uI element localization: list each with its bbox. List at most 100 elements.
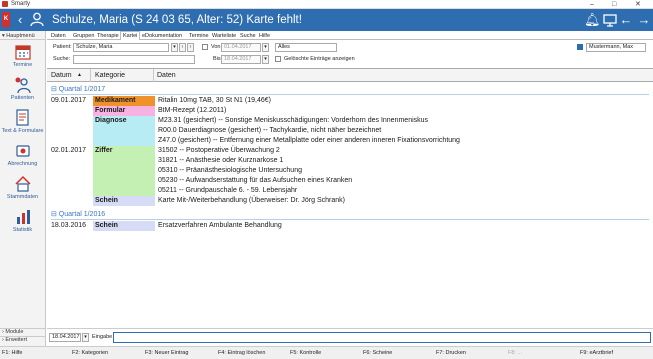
patient-prev-button[interactable]: ‹ [179, 43, 186, 52]
patient-dropdown-button[interactable]: ▾ [171, 43, 178, 52]
entry-bar: 18.04.2017 ▾ Eingabe [47, 328, 653, 346]
von-calendar-button[interactable]: ▾ [262, 43, 269, 52]
type-select[interactable]: Alles [275, 43, 337, 52]
main-menu-sidebar: ▾ Hauptmenü Termine Patienten Text & For… [0, 31, 46, 346]
filter-panel: Patient: Schulze, Maria ▾ ‹ › Suche: Von… [47, 41, 653, 67]
data-cell[interactable]: 05211 -- Grundpauschale 6. - 59. Lebensj… [158, 186, 297, 196]
sidebar-item-label: Text & Formulare [1, 128, 44, 134]
sidebar-item-label: Statistik [12, 227, 33, 233]
sidebar-item-abrechnung[interactable]: Abrechnung [0, 140, 45, 173]
von-checkbox[interactable] [202, 44, 208, 50]
fkey-f3[interactable]: F3: Neuer Eintrag [145, 347, 188, 359]
category-cell[interactable]: Formular [93, 106, 155, 116]
entry-date-input[interactable]: 18.04.2017 [49, 333, 81, 342]
tab-termine[interactable]: Termine [189, 32, 209, 40]
fkey-f6[interactable]: F6: Scheine [363, 347, 392, 359]
category-cell[interactable]: Diagnose [93, 116, 155, 146]
quarter-header[interactable]: ⊟ Quartal 1/2016 [51, 210, 105, 218]
document-icon [16, 109, 29, 126]
sidebar-item-label: Abrechnung [7, 161, 38, 167]
category-cell[interactable]: Schein [93, 196, 155, 206]
entry-date-calendar-button[interactable]: ▾ [82, 333, 89, 342]
von-date-input[interactable]: 01.04.2017 [221, 43, 261, 52]
patient-next-button[interactable]: › [187, 43, 194, 52]
entry-input[interactable] [113, 332, 651, 343]
doctor-checkbox[interactable] [577, 44, 583, 50]
function-key-bar: F1: Hilfe F2: Kategorien F3: Neuer Eintr… [0, 346, 653, 359]
sidebar-title[interactable]: ▾ Hauptmenü [0, 32, 45, 40]
data-cell[interactable]: Ersatzverfahren Ambulante Behandlung [158, 221, 282, 231]
tab-hilfe[interactable]: Hilfe [259, 32, 270, 40]
user-icon[interactable] [30, 12, 44, 27]
data-cell[interactable]: Z47.0 (gesichert) -- Entfernung einer Me… [158, 136, 460, 146]
back-icon[interactable]: ← [618, 12, 634, 28]
tab-warteliste[interactable]: Warteliste [212, 32, 236, 40]
data-cell[interactable]: R00.0 Dauerdiagnose (gesichert) -- Tachy… [158, 126, 381, 136]
tab-gruppen[interactable]: Gruppen [73, 32, 94, 40]
quarter-header[interactable]: ⊟ Quartal 1/2017 [51, 85, 105, 93]
close-button[interactable]: ✕ [635, 0, 641, 9]
forward-icon[interactable]: → [636, 12, 652, 28]
bis-calendar-button[interactable]: ▾ [262, 55, 269, 64]
data-cell[interactable]: Ritalin 10mg TAB, 30 St N1 (19,46€) [158, 96, 271, 106]
billing-icon [16, 145, 30, 157]
show-deleted-label: Gelöschte Einträge anzeigen [284, 56, 355, 62]
sort-indicator-icon: ▲ [77, 72, 82, 78]
column-datum[interactable]: Datum [51, 69, 72, 82]
sidebar-item-text-formulare[interactable]: Text & Formulare [0, 107, 45, 140]
patient-title: Schulze, Maria (S 24 03 65, Alter: 52) K… [52, 14, 302, 26]
tab-kartei[interactable]: Kartei [120, 31, 141, 40]
show-deleted-checkbox[interactable] [275, 56, 281, 62]
bis-date-input[interactable]: 18.04.2017 [221, 55, 261, 64]
screen-icon[interactable] [602, 12, 618, 28]
window-titlebar: Smarty – □ ✕ [0, 0, 653, 9]
fkey-f9[interactable]: F9: eArztbrief [580, 347, 613, 359]
von-label: Von [211, 44, 221, 50]
data-cell[interactable]: 05230 -- Aufwandserstattung für das Aufs… [158, 176, 352, 186]
category-cell[interactable]: Ziffer [93, 146, 155, 196]
fkey-f5[interactable]: F5: Kontrolle [290, 347, 321, 359]
grid-header: Datum ▲ Kategorie Daten [47, 69, 653, 82]
data-cell[interactable]: M23.31 (gesichert) -- Sonstige Meniskuss… [158, 116, 428, 126]
category-cell[interactable]: Schein [93, 221, 155, 231]
sidebar-erweitert[interactable]: › Erweitert [0, 336, 45, 343]
data-cell[interactable]: 05310 -- Präanästhesiologische Untersuch… [158, 166, 302, 176]
data-cell[interactable]: BtM-Rezept (12.2011) [158, 106, 226, 116]
fkey-f7[interactable]: F7: Drucken [436, 347, 466, 359]
bis-label: Bis [213, 56, 221, 62]
sidebar-item-patienten[interactable]: Patienten [0, 74, 45, 107]
maximize-button[interactable]: □ [612, 0, 616, 9]
sidebar-module[interactable]: › Module [0, 328, 45, 335]
calendar-icon [15, 45, 31, 60]
data-cell[interactable]: 31502 -- Postoperative Überwachung 2 [158, 146, 280, 156]
sidebar-item-statistik[interactable]: Statistik [0, 206, 45, 239]
category-cell[interactable]: Medikament [93, 96, 155, 106]
chevron-left-icon[interactable]: ‹ [18, 11, 22, 28]
minimize-button[interactable]: – [590, 0, 594, 9]
sidebar-item-termine[interactable]: Termine [0, 41, 45, 74]
column-daten[interactable]: Daten [157, 69, 176, 82]
tab-daten[interactable]: Daten [51, 32, 66, 40]
sidebar-item-stammdaten[interactable]: Stammdaten [0, 173, 45, 206]
red-tab-marker[interactable]: K [2, 12, 10, 27]
tab-therapie[interactable]: Therapie [97, 32, 119, 40]
bell-icon[interactable]: 🔔︎ [584, 12, 601, 28]
patient-input[interactable]: Schulze, Maria [73, 43, 169, 52]
app-icon [2, 1, 8, 7]
data-cell[interactable]: Karte Mit-/Weiterbehandlung (Überweiser:… [158, 196, 345, 206]
quarter-divider [51, 94, 649, 95]
house-icon [15, 175, 31, 192]
row-date: 18.03.2016 [51, 222, 87, 229]
doctor-select[interactable]: Mustermann, Max [586, 43, 646, 52]
fkey-f4[interactable]: F4: Eintrag löschen [218, 347, 265, 359]
column-kategorie[interactable]: Kategorie [95, 69, 125, 82]
patient-label: Patient: [53, 44, 72, 50]
fkey-f1[interactable]: F1: Hilfe [2, 347, 22, 359]
row-date: 02.01.2017 [51, 147, 87, 154]
tab-suche[interactable]: Suche [240, 32, 256, 40]
search-input[interactable] [73, 55, 195, 64]
tab-bar: Daten Gruppen Therapie Kartei eDokumenta… [47, 31, 653, 40]
fkey-f2[interactable]: F2: Kategorien [72, 347, 108, 359]
tab-edokumentation[interactable]: eDokumentation [142, 32, 182, 40]
data-cell[interactable]: 31821 -- Anästhesie oder Kurznarkose 1 [158, 156, 283, 166]
